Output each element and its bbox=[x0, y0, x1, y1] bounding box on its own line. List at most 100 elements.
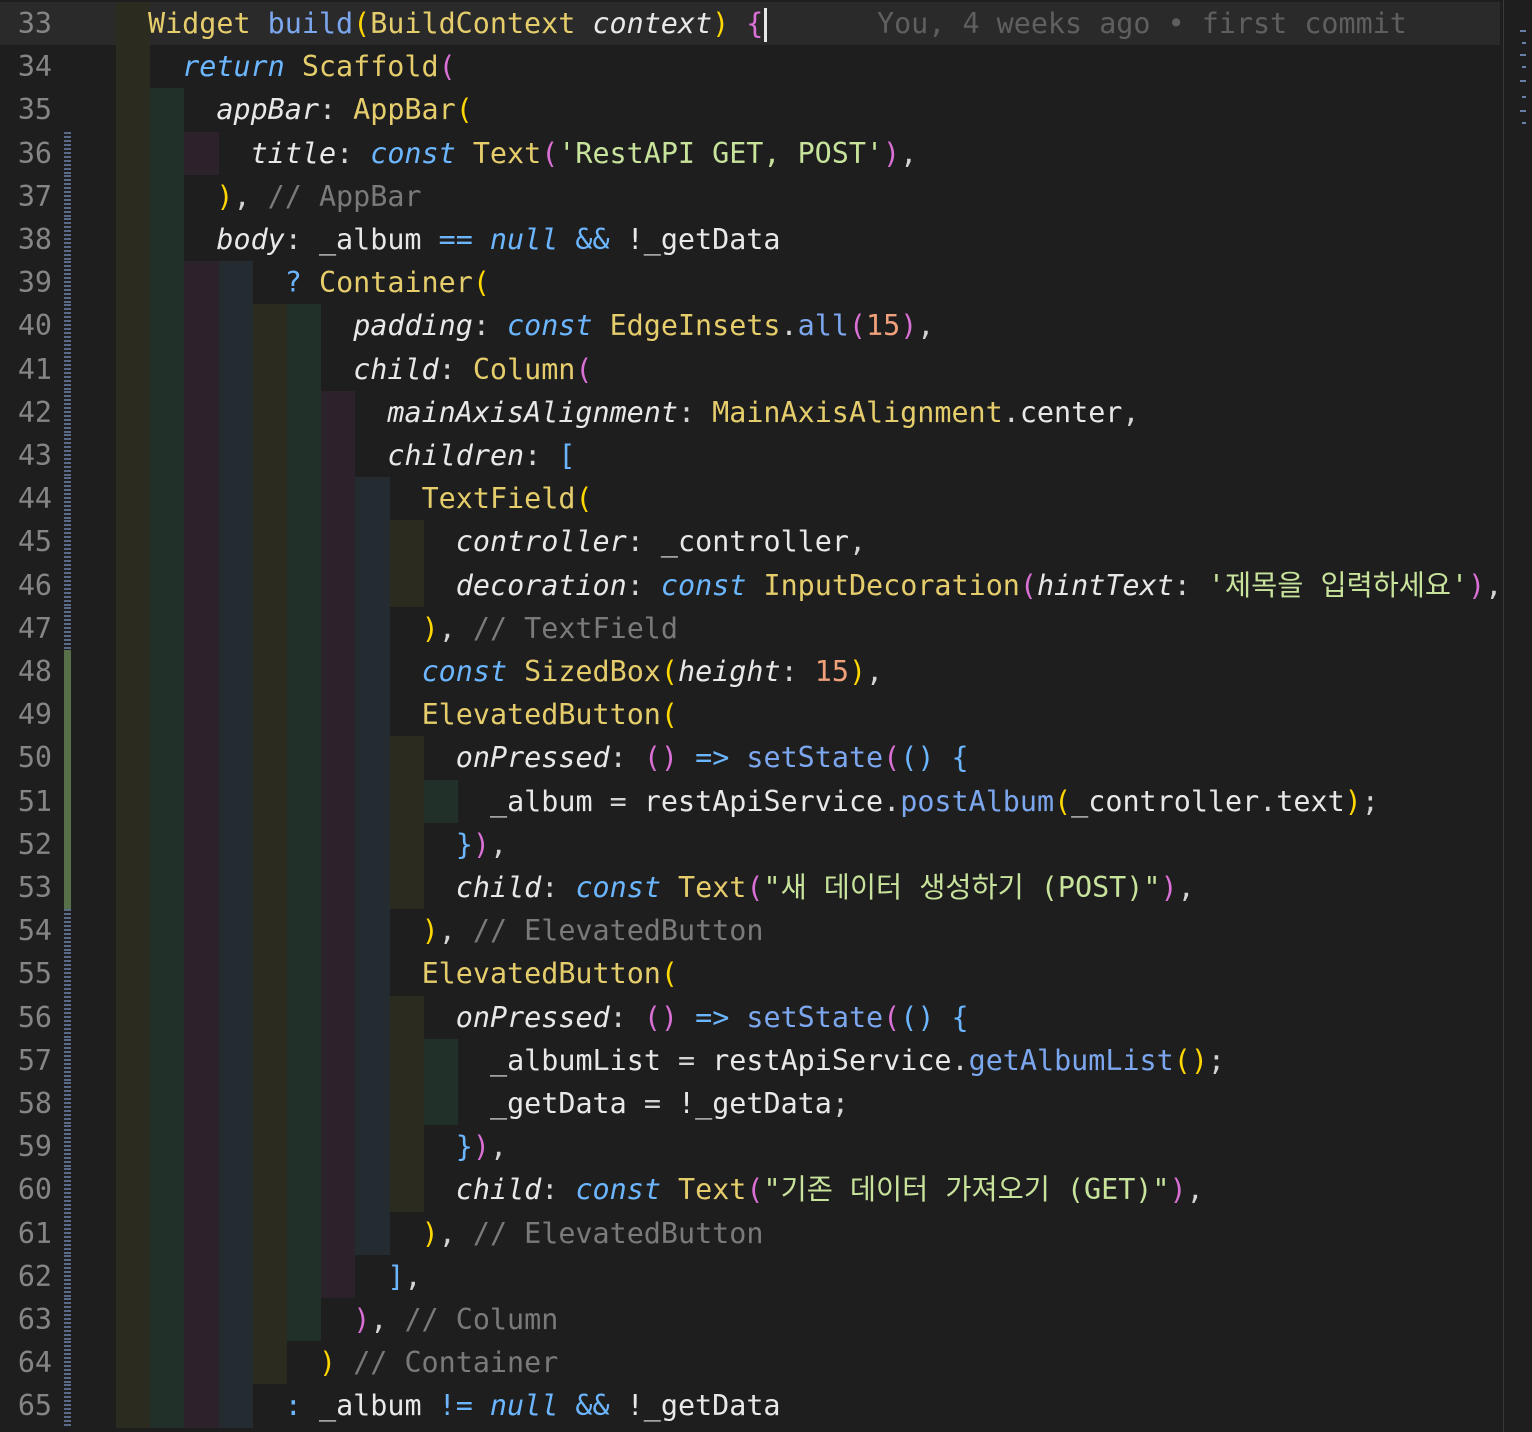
code-text[interactable]: children: [ bbox=[387, 434, 575, 477]
code-line[interactable]: 57 _albumList = restApiService.getAlbumLi… bbox=[0, 1038, 1500, 1082]
code-line[interactable]: 33 Widget build(BuildContext context) {Yo… bbox=[0, 2, 1500, 46]
indent-guide bbox=[116, 866, 151, 910]
indent-guide bbox=[355, 1125, 390, 1169]
indent-guide bbox=[184, 347, 219, 391]
code-editor[interactable]: 33 Widget build(BuildContext context) {Yo… bbox=[0, 0, 1532, 1432]
code-text[interactable]: return Scaffold( bbox=[182, 45, 456, 88]
code-token: BuildContext bbox=[370, 7, 576, 40]
code-text[interactable]: ), // ElevatedButton bbox=[422, 909, 764, 952]
code-line[interactable]: 65: _album != null && !_getData bbox=[0, 1384, 1500, 1428]
code-line[interactable]: 53 child: const Text("새 데이터 생성하기 (POST)")… bbox=[0, 866, 1500, 910]
code-line[interactable]: 51 _album = restApiService.postAlbum(_con… bbox=[0, 779, 1500, 823]
code-line[interactable]: 39? Container( bbox=[0, 261, 1500, 305]
code-line[interactable]: 48 const SizedBox(height: 15), bbox=[0, 650, 1500, 694]
code-line[interactable]: 38 body: _album == null && !_getData bbox=[0, 218, 1500, 262]
code-text[interactable]: ElevatedButton( bbox=[422, 693, 678, 736]
code-token: Column bbox=[472, 352, 576, 386]
minimap[interactable] bbox=[1504, 0, 1532, 1432]
line-number: 41 bbox=[17, 352, 52, 386]
indent-guide bbox=[287, 736, 322, 780]
code-text[interactable]: _albumList = restApiService.getAlbumList… bbox=[490, 1039, 1225, 1082]
indent-guide bbox=[184, 1298, 219, 1342]
code-line[interactable]: 61), // ElevatedButton bbox=[0, 1211, 1500, 1255]
line-number: 53 bbox=[17, 871, 52, 904]
code-line[interactable]: 36 title: const Text('RestAPI GET, POST')… bbox=[0, 131, 1500, 175]
code-text[interactable]: Widget build(BuildContext context) { bbox=[148, 2, 768, 45]
code-line[interactable]: 54), // ElevatedButton bbox=[0, 909, 1500, 953]
code-token: !_getData bbox=[626, 223, 781, 256]
code-line[interactable]: 59}), bbox=[0, 1125, 1500, 1169]
code-text[interactable]: }), bbox=[456, 823, 507, 866]
code-text[interactable]: ) // Container bbox=[319, 1341, 558, 1384]
code-text[interactable]: body: _album == null && !_getData bbox=[216, 218, 780, 261]
code-line[interactable]: 41 child: Column( bbox=[0, 347, 1500, 391]
code-line[interactable]: 56 onPressed: () => setState(() { bbox=[0, 995, 1500, 1039]
code-text[interactable]: controller: _controller, bbox=[456, 520, 866, 563]
code-text[interactable]: TextField( bbox=[422, 477, 593, 520]
code-text[interactable]: appBar: AppBar( bbox=[216, 88, 472, 131]
indent-guide bbox=[355, 736, 390, 780]
code-line[interactable]: 58 _getData = !_getData; bbox=[0, 1082, 1500, 1126]
code-line[interactable]: 64) // Container bbox=[0, 1341, 1500, 1385]
indent-guide bbox=[252, 1298, 287, 1342]
code-line[interactable]: 47), // TextField bbox=[0, 606, 1500, 650]
code-line[interactable]: 44 TextField( bbox=[0, 477, 1500, 521]
indent-guide bbox=[218, 736, 253, 780]
code-line[interactable]: 42 mainAxisAlignment: MainAxisAlignment.c… bbox=[0, 390, 1500, 434]
code-line[interactable]: 46 decoration: const InputDecoration(hint… bbox=[0, 563, 1503, 607]
code-token: !_getData bbox=[626, 1389, 781, 1423]
code-line[interactable]: 34 return Scaffold( bbox=[0, 45, 1500, 89]
code-line[interactable]: 55 ElevatedButton( bbox=[0, 952, 1500, 996]
code-token: title bbox=[250, 136, 337, 170]
code-text[interactable]: child: Column( bbox=[353, 348, 592, 391]
code-text[interactable]: child: const Text("기존 데이터 가져오기 (GET)"), bbox=[456, 1168, 1204, 1211]
code-text[interactable]: _getData = !_getData; bbox=[490, 1082, 849, 1125]
gutter-modified-indicator bbox=[64, 1298, 71, 1342]
code-text[interactable]: }), bbox=[456, 1125, 507, 1168]
code-token: () bbox=[900, 1000, 935, 1034]
code-text[interactable]: decoration: const InputDecoration(hintTe… bbox=[456, 564, 1503, 607]
code-line[interactable]: 60 child: const Text("기존 데이터 가져오기 (GET)")… bbox=[0, 1168, 1500, 1212]
code-line[interactable]: 45 controller: _controller, bbox=[0, 520, 1500, 564]
code-line[interactable]: 40 padding: const EdgeInsets.all(15), bbox=[0, 304, 1500, 348]
code-text[interactable]: ], bbox=[387, 1255, 421, 1298]
code-line[interactable]: 63), // Column bbox=[0, 1298, 1500, 1342]
code-token: ( bbox=[1054, 784, 1072, 818]
indent-guide bbox=[150, 1082, 185, 1126]
code-text[interactable]: child: const Text("새 데이터 생성하기 (POST)"), bbox=[456, 866, 1195, 909]
code-token: , bbox=[489, 1130, 508, 1164]
code-text[interactable]: ), // ElevatedButton bbox=[422, 1212, 764, 1255]
code-text[interactable]: const SizedBox(height: 15), bbox=[422, 650, 884, 693]
line-number: 46 bbox=[17, 568, 52, 602]
code-text[interactable]: onPressed: () => setState(() { bbox=[456, 996, 969, 1039]
code-token: { bbox=[951, 741, 969, 775]
indent-guide bbox=[116, 606, 151, 650]
code-text[interactable]: ), // Column bbox=[353, 1298, 558, 1341]
code-line[interactable]: 43 children: [ bbox=[0, 434, 1500, 478]
code-text[interactable]: : _album != null && !_getData bbox=[285, 1384, 781, 1427]
code-line[interactable]: 50 onPressed: () => setState(() { bbox=[0, 736, 1500, 780]
indent-guide bbox=[355, 693, 390, 737]
code-token: ) bbox=[353, 1303, 371, 1336]
code-token: : bbox=[524, 439, 559, 472]
code-text[interactable]: ), // TextField bbox=[422, 607, 678, 650]
code-text[interactable]: ), // AppBar bbox=[216, 175, 421, 218]
code-text[interactable]: padding: const EdgeInsets.all(15), bbox=[353, 304, 934, 347]
code-text[interactable]: _album = restApiService.postAlbum(_contr… bbox=[490, 780, 1379, 823]
minimap-mark bbox=[1522, 42, 1526, 44]
code-line[interactable]: 37), // AppBar bbox=[0, 174, 1500, 218]
code-text[interactable]: onPressed: () => setState(() { bbox=[456, 736, 969, 779]
code-line[interactable]: 35 appBar: AppBar( bbox=[0, 88, 1500, 132]
code-text[interactable]: ? Container( bbox=[285, 261, 490, 304]
code-token: child bbox=[455, 871, 542, 904]
code-text[interactable]: mainAxisAlignment: MainAxisAlignment.cen… bbox=[387, 391, 1139, 434]
code-token: mainAxisAlignment bbox=[387, 395, 678, 429]
indent-guide bbox=[218, 779, 253, 823]
code-line[interactable]: 49 ElevatedButton( bbox=[0, 693, 1500, 737]
code-text[interactable]: ElevatedButton( bbox=[422, 952, 678, 995]
code-text[interactable]: title: const Text('RestAPI GET, POST'), bbox=[251, 132, 918, 175]
code-line[interactable]: 62], bbox=[0, 1254, 1500, 1298]
code-line[interactable]: 52}), bbox=[0, 822, 1500, 866]
code-token: ( bbox=[746, 1173, 764, 1207]
